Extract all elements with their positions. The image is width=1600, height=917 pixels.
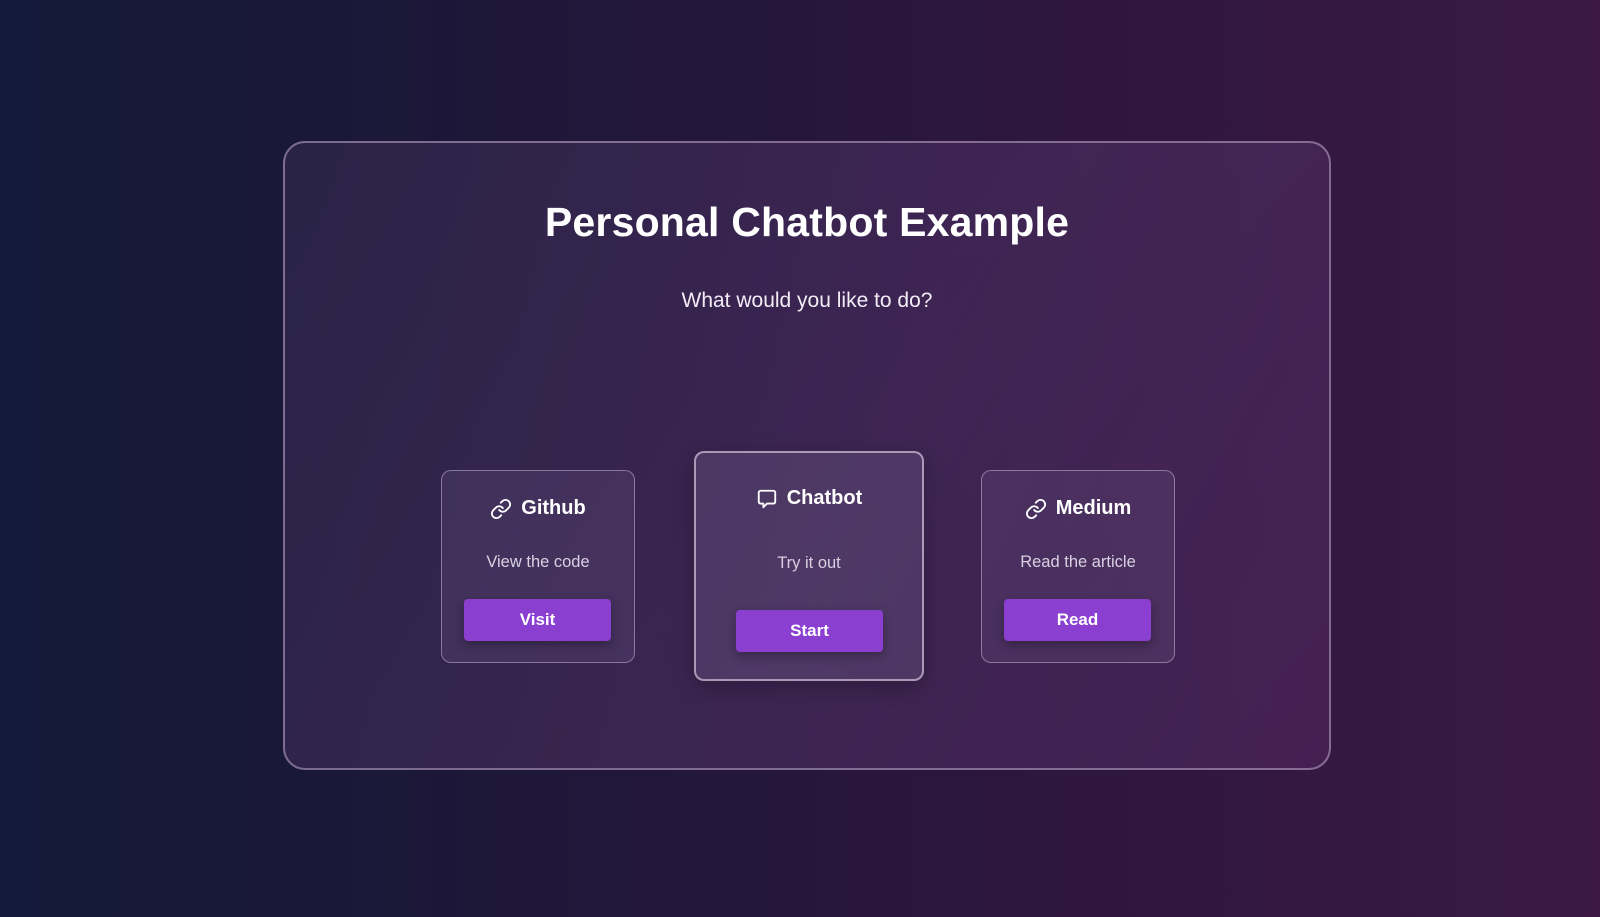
main-panel: Personal Chatbot Example What would you … (283, 141, 1331, 770)
card-chatbot: Chatbot Try it out Start (694, 451, 924, 681)
visit-button[interactable]: Visit (464, 599, 611, 641)
page-title: Personal Chatbot Example (544, 199, 1070, 245)
card-github-description: View the code (486, 553, 590, 571)
link-icon (1025, 498, 1047, 520)
card-github-title: Github (521, 497, 586, 519)
card-medium-header: Medium (982, 497, 1174, 520)
card-github: Github View the code Visit (441, 470, 635, 663)
card-chatbot-title: Chatbot (786, 487, 863, 509)
card-medium: Medium Read the article Read (981, 470, 1175, 663)
chat-bubble-icon (756, 488, 778, 510)
page-subtitle: What would you like to do? (681, 289, 933, 312)
card-github-header: Github (442, 497, 634, 520)
link-icon (490, 498, 512, 520)
card-medium-title: Medium (1055, 497, 1132, 519)
card-medium-description: Read the article (1020, 553, 1136, 571)
start-button[interactable]: Start (736, 610, 883, 652)
card-chatbot-description: Try it out (777, 554, 841, 572)
card-chatbot-header: Chatbot (696, 487, 922, 510)
read-button[interactable]: Read (1004, 599, 1151, 641)
